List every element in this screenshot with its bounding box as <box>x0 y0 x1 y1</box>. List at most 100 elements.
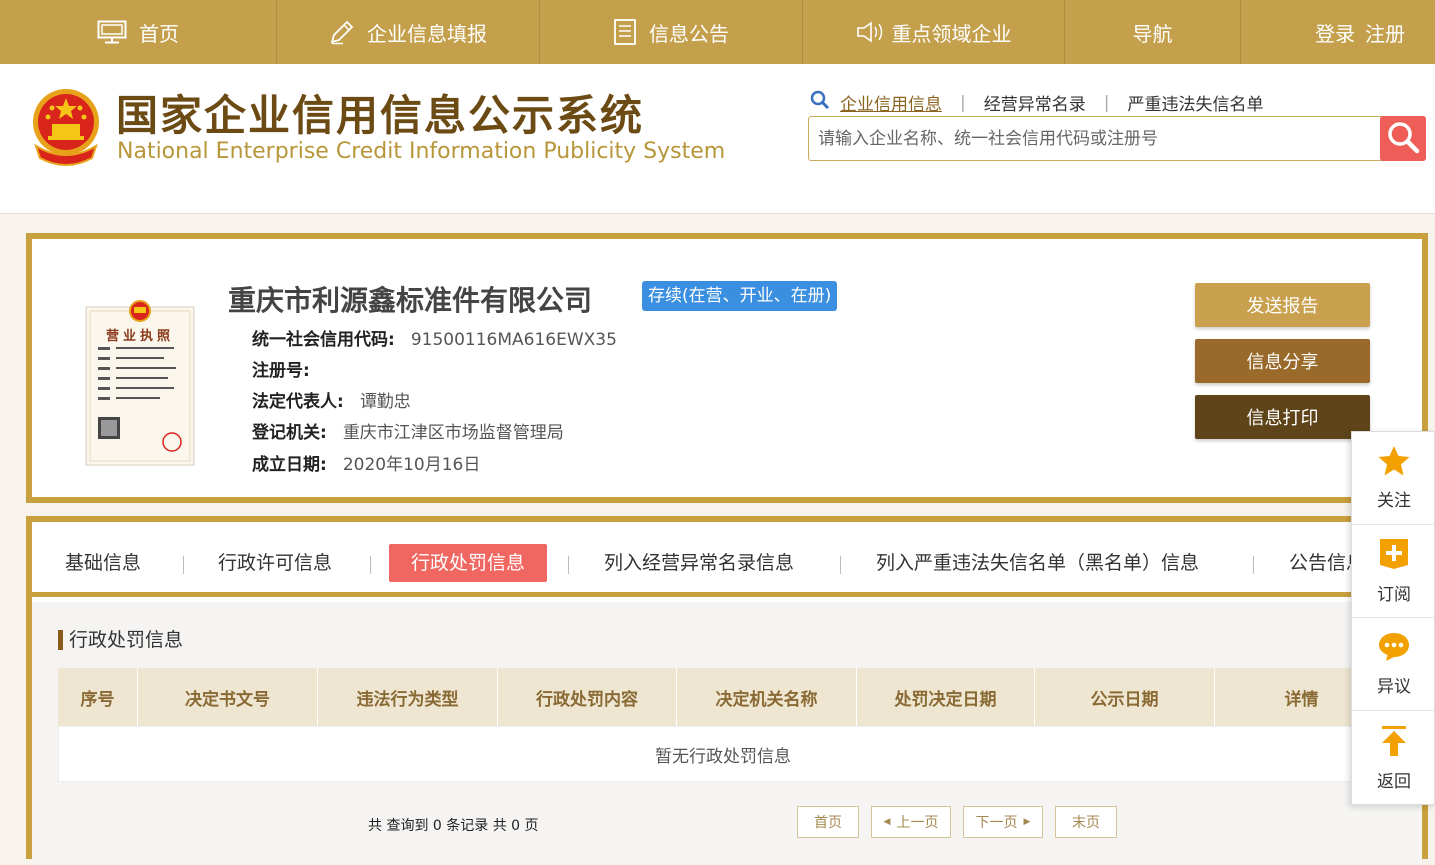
col-penalty-content: 行政处罚内容 <box>498 668 677 726</box>
legal-rep-label: 法定代表人: <box>252 392 344 412</box>
register-link[interactable]: 注册 <box>1365 18 1405 47</box>
speaker-icon <box>856 21 886 43</box>
status-badge: 存续(在营、开业、在册) <box>642 281 838 311</box>
legal-rep-value: 谭勤忠 <box>359 392 411 412</box>
site-header: 国家企业信用信息公示系统 National Enterprise Credit … <box>0 64 1435 214</box>
founded-label: 成立日期: <box>252 455 327 475</box>
tab-blacklist[interactable]: 列入严重违法失信名单（黑名单）信息 <box>876 544 1199 582</box>
search-tab-credit[interactable]: 企业信用信息 <box>840 90 942 115</box>
tab-separator: | <box>960 92 966 113</box>
objection-button[interactable]: 异议 <box>1352 618 1435 711</box>
objection-label: 异议 <box>1377 677 1411 697</box>
national-emblem-icon <box>28 86 104 172</box>
follow-button[interactable]: 关注 <box>1352 432 1435 525</box>
tab-bar: 基础信息 行政许可信息 行政处罚信息 列入经营异常名录信息 列入严重违法失信名单… <box>32 522 1422 597</box>
search-button[interactable] <box>1380 116 1426 161</box>
nav-key-field[interactable]: 重点领域企业 <box>803 0 1065 64</box>
authority-label: 登记机关: <box>252 423 327 443</box>
company-card: 营业执照 重庆市利源鑫标准件有限公司 存续(在营、开业、在册) 统一社会信用代码… <box>26 233 1428 503</box>
tab-separator: | <box>1103 92 1110 113</box>
search-tabs: 企业信用信息 | 经营异常名录 | 严重违法失信名单 <box>810 90 1263 115</box>
credit-code-row: 统一社会信用代码: 91500116MA616EWX35 <box>252 325 617 350</box>
first-page-button[interactable]: 首页 <box>797 806 859 838</box>
subscribe-button[interactable]: 订阅 <box>1352 525 1435 618</box>
search-input[interactable] <box>809 117 1379 160</box>
credit-code-label: 统一社会信用代码: <box>252 330 395 350</box>
next-page-button[interactable]: 下一页 ▶ <box>963 806 1043 838</box>
table-header: 序号 决定书文号 违法行为类型 行政处罚内容 决定机关名称 处罚决定日期 公示日… <box>58 668 1388 726</box>
info-panel: 基础信息 行政许可信息 行政处罚信息 列入经营异常名录信息 列入严重违法失信名单… <box>26 516 1428 865</box>
business-license-image[interactable]: 营业执照 <box>84 297 196 467</box>
authority-value: 重庆市江津区市场监督管理局 <box>342 423 564 443</box>
tab-basic-info[interactable]: 基础信息 <box>65 544 141 582</box>
tab-penalty-info[interactable]: 行政处罚信息 <box>389 544 548 582</box>
search-icon <box>810 90 830 115</box>
nav-report-label: 企业信息填报 <box>367 21 487 46</box>
caret-left-icon: ◀ <box>883 817 891 827</box>
login-link[interactable]: 登录 <box>1315 18 1355 47</box>
site-title: 国家企业信用信息公示系统 <box>116 91 645 140</box>
magnifier-icon <box>1386 120 1420 158</box>
search-box <box>808 116 1426 161</box>
authority-row: 登记机关: 重庆市江津区市场监督管理局 <box>252 418 564 443</box>
follow-label: 关注 <box>1377 491 1411 511</box>
section-title: 行政处罚信息 <box>58 630 183 650</box>
col-violation-type: 违法行为类型 <box>318 668 498 726</box>
tab-license-info[interactable]: 行政许可信息 <box>218 544 332 582</box>
col-index: 序号 <box>58 668 138 726</box>
founded-value: 2020年10月16日 <box>342 455 481 475</box>
empty-row: 暂无行政处罚信息 <box>58 726 1388 782</box>
tab-abnormal-list[interactable]: 列入经营异常名录信息 <box>604 544 794 582</box>
add-square-icon <box>1378 537 1410 576</box>
penalty-section: 行政处罚信息 序号 决定书文号 违法行为类型 行政处罚内容 决定机关名称 处罚决… <box>32 602 1422 865</box>
back-label: 返回 <box>1377 771 1411 792</box>
chat-bubble-icon <box>1377 631 1411 668</box>
subscribe-label: 订阅 <box>1377 585 1411 605</box>
license-title: 营业执照 <box>106 329 175 344</box>
pager-summary: 共 查询到 0 条记录 共 0 页 <box>368 818 539 834</box>
nav-notice-label: 信息公告 <box>649 21 729 46</box>
legal-rep-row: 法定代表人: 谭勤忠 <box>252 387 411 412</box>
pen-edit-icon <box>329 19 355 45</box>
star-icon <box>1377 445 1411 482</box>
site-subtitle: National Enterprise Credit Information P… <box>117 139 726 164</box>
floating-sidebar: 关注 订阅 异议 返回 <box>1351 431 1435 805</box>
share-info-button[interactable]: 信息分享 <box>1195 339 1370 383</box>
print-info-button[interactable]: 信息打印 <box>1195 395 1370 439</box>
last-page-button[interactable]: 末页 <box>1055 806 1117 838</box>
back-to-top-button[interactable]: 返回 <box>1352 711 1435 804</box>
nav-guide[interactable]: 导航 <box>1065 0 1241 64</box>
monitor-icon <box>97 20 127 44</box>
document-icon <box>613 18 637 46</box>
nav-guide-label: 导航 <box>1132 21 1173 46</box>
col-decision-date: 处罚决定日期 <box>857 668 1035 726</box>
reg-no-row: 注册号: <box>252 356 326 381</box>
credit-code-value: 91500116MA616EWX35 <box>410 330 617 350</box>
col-authority-name: 决定机关名称 <box>677 668 857 726</box>
founded-row: 成立日期: 2020年10月16日 <box>252 450 480 475</box>
nav-home[interactable]: 首页 <box>0 0 277 64</box>
nav-notice[interactable]: 信息公告 <box>540 0 803 64</box>
tab-separator <box>183 556 184 574</box>
search-tab-blacklist[interactable]: 严重违法失信名单 <box>1127 90 1263 115</box>
penalty-table: 序号 决定书文号 违法行为类型 行政处罚内容 决定机关名称 处罚决定日期 公示日… <box>58 668 1388 782</box>
tab-separator <box>568 556 569 574</box>
next-page-label: 下一页 <box>975 815 1018 831</box>
col-decision-no: 决定书文号 <box>138 668 318 726</box>
top-nav: 首页 企业信息填报 信息公告 重点领域企业 导航 登录 注册 <box>0 0 1435 64</box>
caret-right-icon: ▶ <box>1023 817 1031 827</box>
prev-page-label: 上一页 <box>896 815 939 831</box>
tab-separator <box>840 556 841 574</box>
send-report-button[interactable]: 发送报告 <box>1195 283 1370 327</box>
col-publish-date: 公示日期 <box>1035 668 1215 726</box>
nav-account: 登录 注册 <box>1305 0 1435 64</box>
prev-page-button[interactable]: ◀ 上一页 <box>871 806 951 838</box>
search-tab-abnormal[interactable]: 经营异常名录 <box>984 90 1086 115</box>
tab-separator <box>1253 556 1254 574</box>
company-name: 重庆市利源鑫标准件有限公司 <box>228 284 593 317</box>
nav-key-field-label: 重点领域企业 <box>891 21 1012 46</box>
nav-report[interactable]: 企业信息填报 <box>277 0 540 64</box>
arrow-up-icon <box>1379 724 1409 763</box>
tab-separator <box>370 556 371 574</box>
reg-no-label: 注册号: <box>252 361 310 381</box>
